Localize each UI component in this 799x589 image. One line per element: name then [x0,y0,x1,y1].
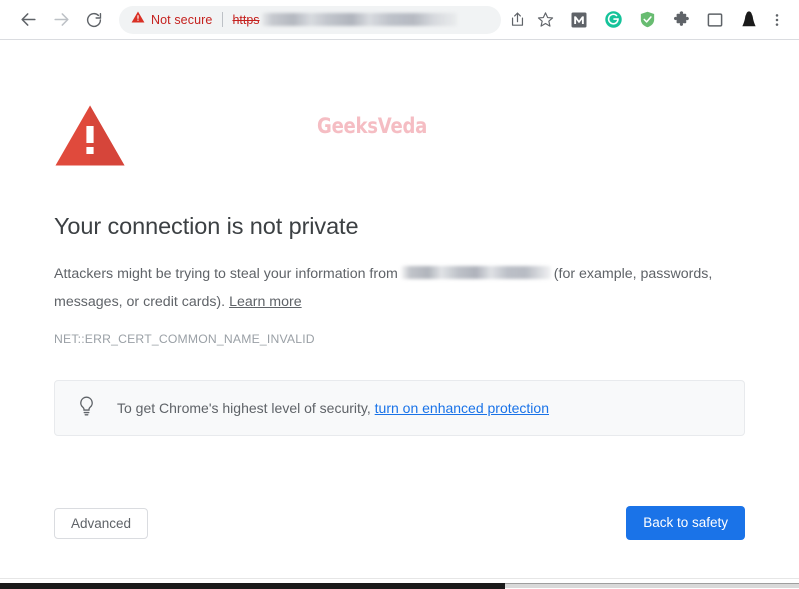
domain-redacted-blur [400,266,551,280]
error-code-text: NET::ERR_CERT_COMMON_NAME_INVALID [54,332,315,347]
forward-button[interactable] [47,6,75,34]
action-button-row: Advanced Back to safety [54,506,745,540]
profile-button[interactable] [735,6,763,34]
extensions-puzzle-icon [672,10,691,29]
omnibox-divider [222,12,224,27]
grammarly-extension-icon [604,10,623,29]
error-description-prefix: Attackers might be trying to steal your … [54,266,398,283]
enhanced-protection-link[interactable]: turn on enhanced protection [375,400,549,416]
browser-toolbar: Not secure https [0,0,799,40]
lightbulb-icon [77,395,96,422]
reload-button[interactable] [80,6,108,34]
chrome-menu-icon [769,12,785,28]
grammarly-extension-button[interactable] [599,6,627,34]
adguard-shield-icon [638,10,657,29]
forward-arrow-icon [52,10,71,29]
url-scheme-text: https [232,12,260,27]
url-redacted-blur [261,13,457,26]
gmail-extension-button[interactable] [565,6,593,34]
address-bar[interactable]: Not secure https [119,5,501,34]
side-panel-button[interactable] [701,6,729,34]
error-description: Attackers might be trying to steal your … [54,260,726,316]
ssl-error-interstitial: Your connection is not private Attackers… [54,104,746,437]
share-icon [509,11,526,28]
gmail-extension-icon [570,11,588,29]
horizontal-scrollbar[interactable] [0,578,799,589]
enhanced-protection-text: To get Chrome's highest level of securit… [117,400,549,416]
chrome-menu-button[interactable] [763,6,791,34]
profile-avatar-icon [739,10,759,30]
side-panel-icon [706,11,724,29]
red-warning-triangle-icon [54,104,746,167]
share-button[interactable] [503,6,531,34]
bookmark-button[interactable] [531,6,559,34]
bookmark-star-icon [537,11,554,28]
back-button[interactable] [14,6,42,34]
page-content: GeeksVeda Your connection is not private… [0,40,799,589]
back-to-safety-button[interactable]: Back to safety [626,506,745,540]
adguard-extension-button[interactable] [633,6,661,34]
extensions-button[interactable] [667,6,695,34]
page-title: Your connection is not private [54,213,359,239]
enhanced-protection-label: To get Chrome's highest level of securit… [117,400,371,417]
warning-triangle-icon [131,10,145,29]
not-secure-label: Not secure [151,12,213,27]
enhanced-protection-box: To get Chrome's highest level of securit… [54,380,745,437]
learn-more-link[interactable]: Learn more [229,294,302,310]
reload-icon [85,11,103,29]
toolbar-icon-group [503,6,791,34]
back-arrow-icon [19,10,38,29]
advanced-button[interactable]: Advanced [54,507,149,539]
not-secure-chip[interactable]: Not secure [131,10,212,29]
scrollbar-thumb[interactable] [0,583,505,589]
